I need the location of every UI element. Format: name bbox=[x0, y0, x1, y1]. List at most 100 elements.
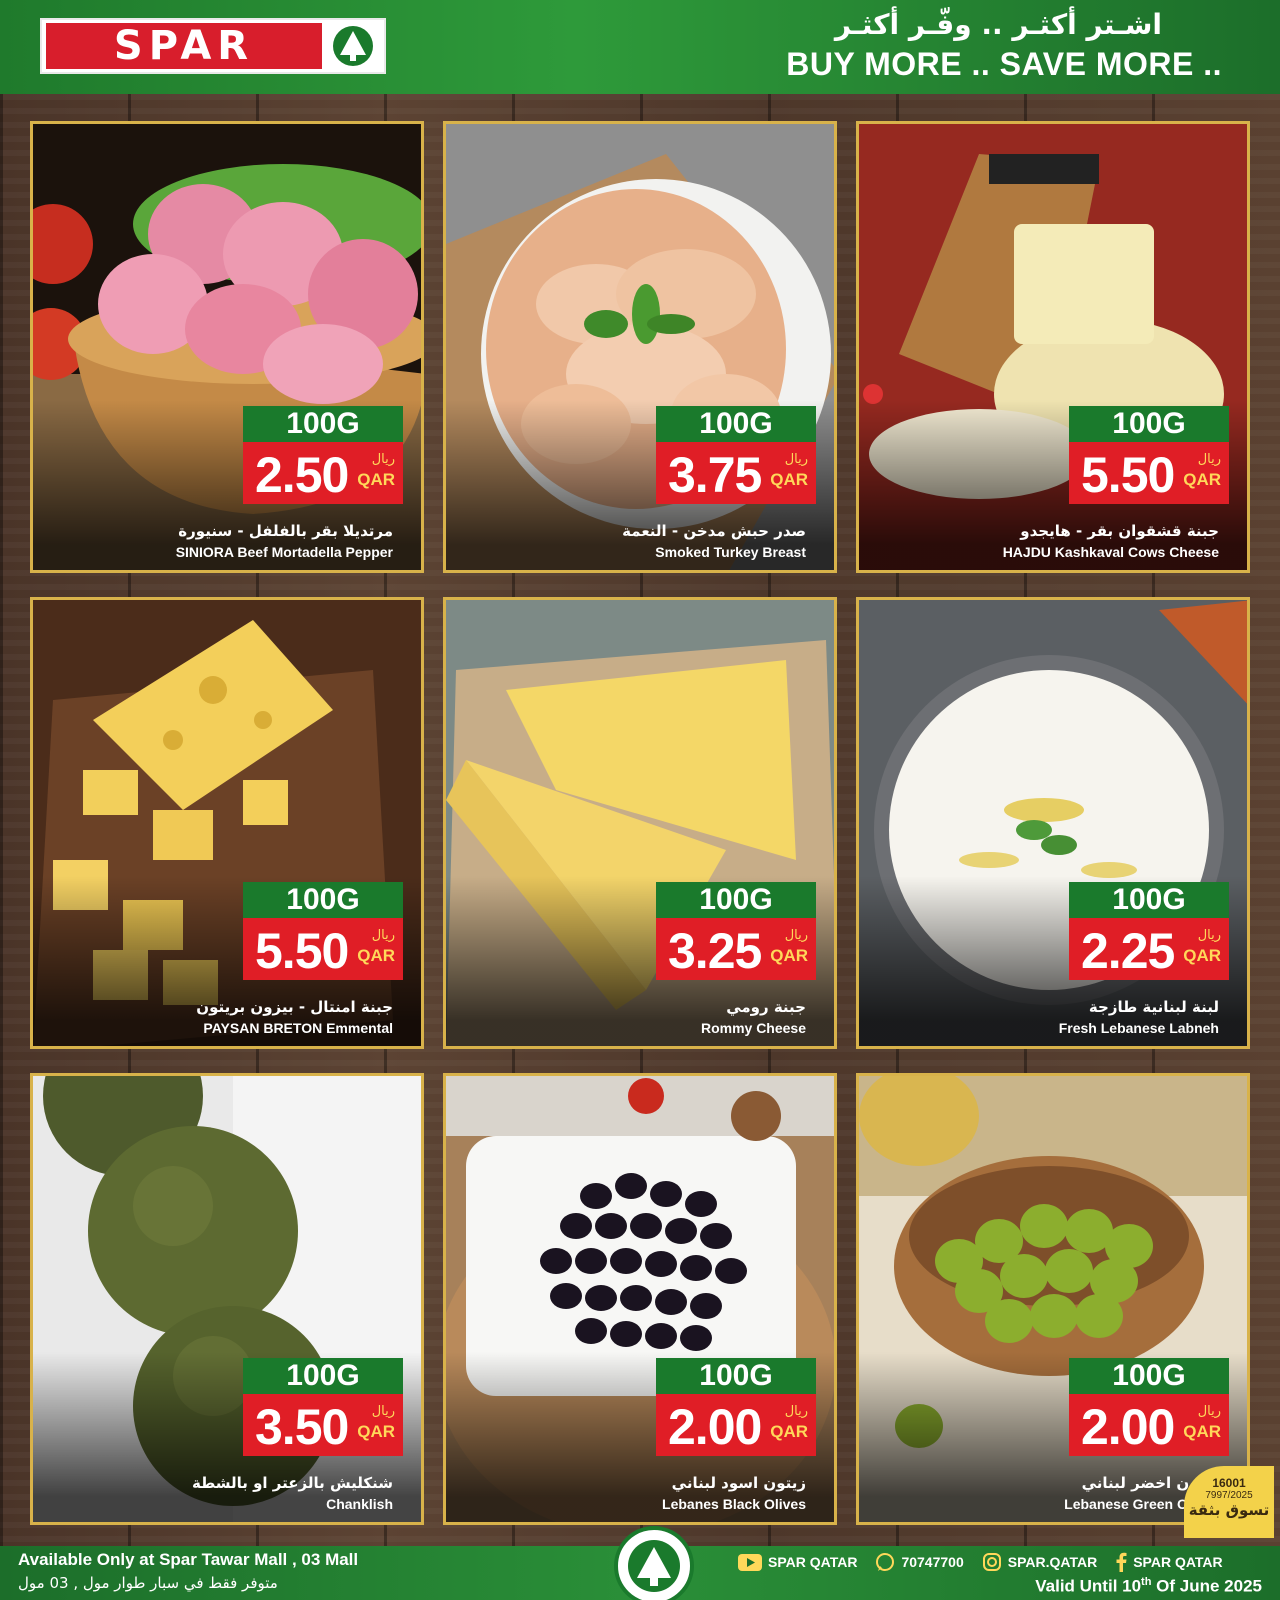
product-card[interactable]: 100G 2.00 ريال QAR زيتون اسود لبناني Leb… bbox=[443, 1073, 837, 1525]
price-amount: 2.50 bbox=[255, 447, 349, 503]
tagline-arabic: اشـتر أكثـر .. وفّـر أكثـر bbox=[834, 8, 1162, 41]
price-box: 3.25 ريال QAR bbox=[656, 918, 816, 980]
price-tag: 100G 3.75 ريال QAR bbox=[656, 406, 816, 504]
whatsapp-link[interactable]: 70747700 bbox=[875, 1552, 964, 1572]
product-card[interactable]: 100G 2.50 ريال QAR مرتديلا بقر بالفلفل -… bbox=[30, 121, 424, 573]
currency-arabic: ريال bbox=[1197, 452, 1221, 467]
spar-tree-icon bbox=[322, 23, 384, 69]
product-name-english: Chanklish bbox=[326, 1496, 393, 1512]
product-name-english: Fresh Lebanese Labneh bbox=[1058, 1020, 1219, 1036]
price-tag: 100G 2.50 ريال QAR bbox=[243, 406, 403, 504]
currency-code: QAR bbox=[357, 470, 395, 489]
spar-logo[interactable]: SPAR bbox=[40, 18, 386, 74]
currency-arabic: ريال bbox=[1197, 1404, 1221, 1419]
product-name-english: Rommy Cheese bbox=[700, 1020, 806, 1036]
product-name-arabic: جبنة امنتال - بيزون بريتون bbox=[196, 998, 393, 1016]
permit-reference: 7997/2025 bbox=[1205, 1490, 1253, 1501]
product-name-arabic: جبنة رومي bbox=[726, 998, 806, 1016]
whatsapp-number: 70747700 bbox=[901, 1554, 964, 1570]
weight-label: 100G bbox=[1069, 882, 1229, 918]
price-amount: 5.50 bbox=[255, 923, 349, 979]
price-box: 3.75 ريال QAR bbox=[656, 442, 816, 504]
footer-bar: Available Only at Spar Tawar Mall , 03 M… bbox=[0, 1526, 1280, 1600]
permit-number: 16001 bbox=[1212, 1476, 1246, 1490]
currency-code: QAR bbox=[770, 470, 808, 489]
price-box: 2.50 ريال QAR bbox=[243, 442, 403, 504]
currency-code: QAR bbox=[770, 1422, 808, 1441]
social-links: SPAR QATAR 70747700 SPAR.QATAR SPAR QATA… bbox=[738, 1552, 1223, 1572]
product-name-arabic: صدر حبش مدخن - النعمة bbox=[622, 522, 806, 540]
price-amount: 5.50 bbox=[1081, 447, 1175, 503]
product-card[interactable]: 100G 3.25 ريال QAR جبنة رومي Rommy Chees… bbox=[443, 597, 837, 1049]
availability-arabic: متوفر فقط في سبار طوار مول , 03 مول bbox=[18, 1574, 278, 1592]
validity-suffix: Of June 2025 bbox=[1151, 1576, 1262, 1596]
validity-date: Valid Until 10th Of June 2025 bbox=[1035, 1576, 1262, 1597]
price-box: 2.00 ريال QAR bbox=[1069, 1394, 1229, 1456]
header-banner: SPAR اشـتر أكثـر .. وفّـر أكثـر BUY MORE… bbox=[0, 0, 1280, 94]
price-amount: 3.25 bbox=[668, 923, 762, 979]
weight-label: 100G bbox=[1069, 1358, 1229, 1394]
brand-name: SPAR bbox=[46, 23, 322, 69]
price-box: 5.50 ريال QAR bbox=[1069, 442, 1229, 504]
currency-code: QAR bbox=[357, 946, 395, 965]
price-box: 2.25 ريال QAR bbox=[1069, 918, 1229, 980]
product-card[interactable]: 100G 2.00 ريال QAR زيتون اخضر لبناني Leb… bbox=[856, 1073, 1250, 1525]
spar-tree-icon bbox=[628, 1540, 680, 1592]
price-amount: 2.00 bbox=[668, 1399, 762, 1455]
currency-code: QAR bbox=[770, 946, 808, 965]
product-grid: 100G 2.50 ريال QAR مرتديلا بقر بالفلفل -… bbox=[30, 121, 1256, 1525]
price-amount: 2.25 bbox=[1081, 923, 1175, 979]
instagram-icon bbox=[982, 1553, 1001, 1571]
product-name-english: HAJDU Kashkaval Cows Cheese bbox=[1002, 544, 1219, 560]
product-name-english: SINIORA Beef Mortadella Pepper bbox=[175, 544, 393, 560]
product-name-english: Smoked Turkey Breast bbox=[655, 544, 806, 560]
price-tag: 100G 5.50 ريال QAR bbox=[243, 882, 403, 980]
currency-code: QAR bbox=[357, 1422, 395, 1441]
weight-label: 100G bbox=[656, 882, 816, 918]
product-card[interactable]: 100G 5.50 ريال QAR جبنة امنتال - بيزون ب… bbox=[30, 597, 424, 1049]
currency-arabic: ريال bbox=[371, 452, 395, 467]
currency-code: QAR bbox=[1183, 470, 1221, 489]
product-card[interactable]: 100G 5.50 ريال QAR جبنة قشقوان بقر - هاي… bbox=[856, 121, 1250, 573]
product-name-english: PAYSAN BRETON Emmental bbox=[203, 1020, 393, 1036]
validity-ordinal: th bbox=[1141, 1576, 1152, 1588]
currency-arabic: ريال bbox=[371, 1404, 395, 1419]
currency-arabic: ريال bbox=[371, 928, 395, 943]
product-name-arabic: لبنة لبنانية طازجة bbox=[1088, 998, 1219, 1016]
instagram-link[interactable]: SPAR.QATAR bbox=[982, 1552, 1097, 1572]
price-box: 2.00 ريال QAR bbox=[656, 1394, 816, 1456]
currency-arabic: ريال bbox=[784, 452, 808, 467]
price-tag: 100G 2.25 ريال QAR bbox=[1069, 882, 1229, 980]
facebook-link[interactable]: SPAR QATAR bbox=[1115, 1552, 1223, 1572]
instagram-handle: SPAR.QATAR bbox=[1007, 1554, 1098, 1570]
permit-text-arabic: تسوق بثقة bbox=[1188, 1501, 1270, 1519]
currency-arabic: ريال bbox=[1197, 928, 1221, 943]
price-box: 5.50 ريال QAR bbox=[243, 918, 403, 980]
tagline-english: BUY MORE .. SAVE MORE .. bbox=[786, 46, 1222, 82]
price-amount: 2.00 bbox=[1081, 1399, 1175, 1455]
price-tag: 100G 2.00 ريال QAR bbox=[656, 1358, 816, 1456]
availability-english: Available Only at Spar Tawar Mall , 03 M… bbox=[18, 1550, 359, 1569]
price-tag: 100G 5.50 ريال QAR bbox=[1069, 406, 1229, 504]
weight-label: 100G bbox=[656, 406, 816, 442]
trade-permit-badge: 16001 7997/2025 تسوق بثقة bbox=[1184, 1466, 1274, 1538]
product-card[interactable]: 100G 2.25 ريال QAR لبنة لبنانية طازجة Fr… bbox=[856, 597, 1250, 1049]
price-tag: 100G 2.00 ريال QAR bbox=[1069, 1358, 1229, 1456]
facebook-handle: SPAR QATAR bbox=[1133, 1554, 1223, 1570]
weight-label: 100G bbox=[656, 1358, 816, 1394]
product-name-english: Lebanes Black Olives bbox=[662, 1496, 806, 1512]
product-name-arabic: جبنة قشقوان بقر - هايجدو bbox=[1020, 522, 1219, 540]
price-box: 3.50 ريال QAR bbox=[243, 1394, 403, 1456]
currency-code: QAR bbox=[1183, 946, 1221, 965]
spar-footer-logo[interactable] bbox=[614, 1526, 694, 1600]
product-card[interactable]: 100G 3.50 ريال QAR شنكليش بالزعتر او بال… bbox=[30, 1073, 424, 1525]
price-amount: 3.75 bbox=[668, 447, 762, 503]
currency-arabic: ريال bbox=[784, 1404, 808, 1419]
weight-label: 100G bbox=[243, 1358, 403, 1394]
whatsapp-icon bbox=[876, 1553, 895, 1571]
weight-label: 100G bbox=[243, 882, 403, 918]
price-amount: 3.50 bbox=[255, 1399, 349, 1455]
weight-label: 100G bbox=[243, 406, 403, 442]
youtube-link[interactable]: SPAR QATAR bbox=[738, 1553, 857, 1571]
product-card[interactable]: 100G 3.75 ريال QAR صدر حبش مدخن - النعمة… bbox=[443, 121, 837, 573]
